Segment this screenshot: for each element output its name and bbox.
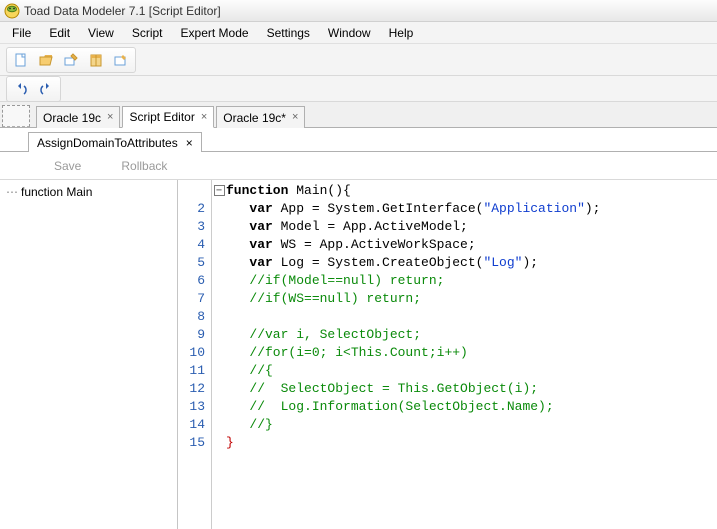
code-line[interactable]: var WS = App.ActiveWorkSpace; (226, 236, 717, 254)
history-toolbar (0, 76, 717, 102)
code-line[interactable]: } (226, 434, 717, 452)
menu-bar: FileEditViewScriptExpert ModeSettingsWin… (0, 22, 717, 44)
subtab-assign-domain[interactable]: AssignDomainToAttributes × (28, 132, 202, 152)
new-button[interactable] (9, 49, 33, 71)
document-tabstrip: Oracle 19c × Script Editor × Oracle 19c* × (0, 102, 717, 128)
code-line[interactable]: // Log.Information(SelectObject.Name); (226, 398, 717, 416)
open-button[interactable] (34, 49, 58, 71)
code-line[interactable]: //} (226, 416, 717, 434)
main-toolbar (0, 44, 717, 76)
line-number: 8 (178, 308, 211, 326)
menu-settings[interactable]: Settings (259, 24, 318, 42)
code-line[interactable]: //{ (226, 362, 717, 380)
redo-button[interactable] (34, 78, 58, 100)
sub-tabstrip: AssignDomainToAttributes × (0, 128, 717, 152)
line-number: 6 (178, 272, 211, 290)
line-number: 5 (178, 254, 211, 272)
menu-script[interactable]: Script (124, 24, 171, 42)
subtab-label: AssignDomainToAttributes (37, 136, 178, 150)
toolbar-group-history (6, 76, 61, 102)
save-action[interactable]: Save (54, 159, 81, 173)
window-title: Toad Data Modeler 7.1 [Script Editor] (24, 4, 221, 18)
tab-label: Oracle 19c (43, 111, 101, 125)
tab-oracle-19c[interactable]: Oracle 19c × (36, 106, 120, 128)
line-number: 7 (178, 290, 211, 308)
line-number: 11 (178, 362, 211, 380)
code-line[interactable]: var App = System.GetInterface("Applicati… (226, 200, 717, 218)
code-line[interactable]: //if(WS==null) return; (226, 290, 717, 308)
line-number: 10 (178, 344, 211, 362)
menu-expert-mode[interactable]: Expert Mode (173, 24, 257, 42)
code-line[interactable]: function Main(){ (226, 182, 717, 200)
tab-script-editor[interactable]: Script Editor × (122, 106, 214, 128)
close-icon[interactable]: × (292, 112, 298, 123)
code-line[interactable]: //if(Model==null) return; (226, 272, 717, 290)
menu-view[interactable]: View (80, 24, 122, 42)
tab-label: Oracle 19c* (223, 111, 286, 125)
code-line[interactable]: //var i, SelectObject; (226, 326, 717, 344)
app-icon (4, 3, 20, 19)
code-line[interactable]: var Log = System.CreateObject("Log"); (226, 254, 717, 272)
tab-label: Script Editor (129, 110, 194, 124)
package-button[interactable] (84, 49, 108, 71)
script-tree[interactable]: ⋯ function Main (0, 180, 178, 529)
code-text[interactable]: function Main(){ var App = System.GetInt… (226, 180, 717, 529)
fold-toggle-icon[interactable]: − (214, 185, 225, 196)
tree-dotted-icon: ⋯ (6, 185, 17, 199)
code-line[interactable] (226, 308, 717, 326)
menu-edit[interactable]: Edit (41, 24, 78, 42)
close-icon[interactable]: × (186, 136, 193, 150)
menu-window[interactable]: Window (320, 24, 379, 42)
line-number: 4 (178, 236, 211, 254)
code-line[interactable]: var Model = App.ActiveModel; (226, 218, 717, 236)
script-wand-button[interactable] (59, 49, 83, 71)
rename-button[interactable] (109, 49, 133, 71)
line-number: 14 (178, 416, 211, 434)
line-number: 3 (178, 218, 211, 236)
fold-column: − (212, 180, 226, 529)
tree-item-label: function Main (21, 185, 92, 199)
line-number: 9 (178, 326, 211, 344)
close-icon[interactable]: × (201, 112, 207, 123)
line-number: 12 (178, 380, 211, 398)
undo-button[interactable] (9, 78, 33, 100)
tree-item-main[interactable]: ⋯ function Main (2, 184, 175, 200)
code-line[interactable]: // SelectObject = This.GetObject(i); (226, 380, 717, 398)
tab-oracle-19c-[interactable]: Oracle 19c* × (216, 106, 305, 128)
code-editor[interactable]: 23456789101112131415 − function Main(){ … (178, 180, 717, 529)
toolbar-group-file (6, 47, 136, 73)
menu-file[interactable]: File (4, 24, 39, 42)
line-number: 15 (178, 434, 211, 452)
script-action-bar: Save Rollback (0, 152, 717, 180)
line-number (178, 182, 211, 200)
line-number: 2 (178, 200, 211, 218)
menu-help[interactable]: Help (381, 24, 422, 42)
code-line[interactable]: //for(i=0; i<This.Count;i++) (226, 344, 717, 362)
line-number: 13 (178, 398, 211, 416)
rollback-action[interactable]: Rollback (121, 159, 167, 173)
close-icon[interactable]: × (107, 112, 113, 123)
tab-well-placeholder[interactable] (2, 105, 30, 127)
line-number-gutter: 23456789101112131415 (178, 180, 212, 529)
title-bar: Toad Data Modeler 7.1 [Script Editor] (0, 0, 717, 22)
main-area: ⋯ function Main 23456789101112131415 − f… (0, 180, 717, 529)
